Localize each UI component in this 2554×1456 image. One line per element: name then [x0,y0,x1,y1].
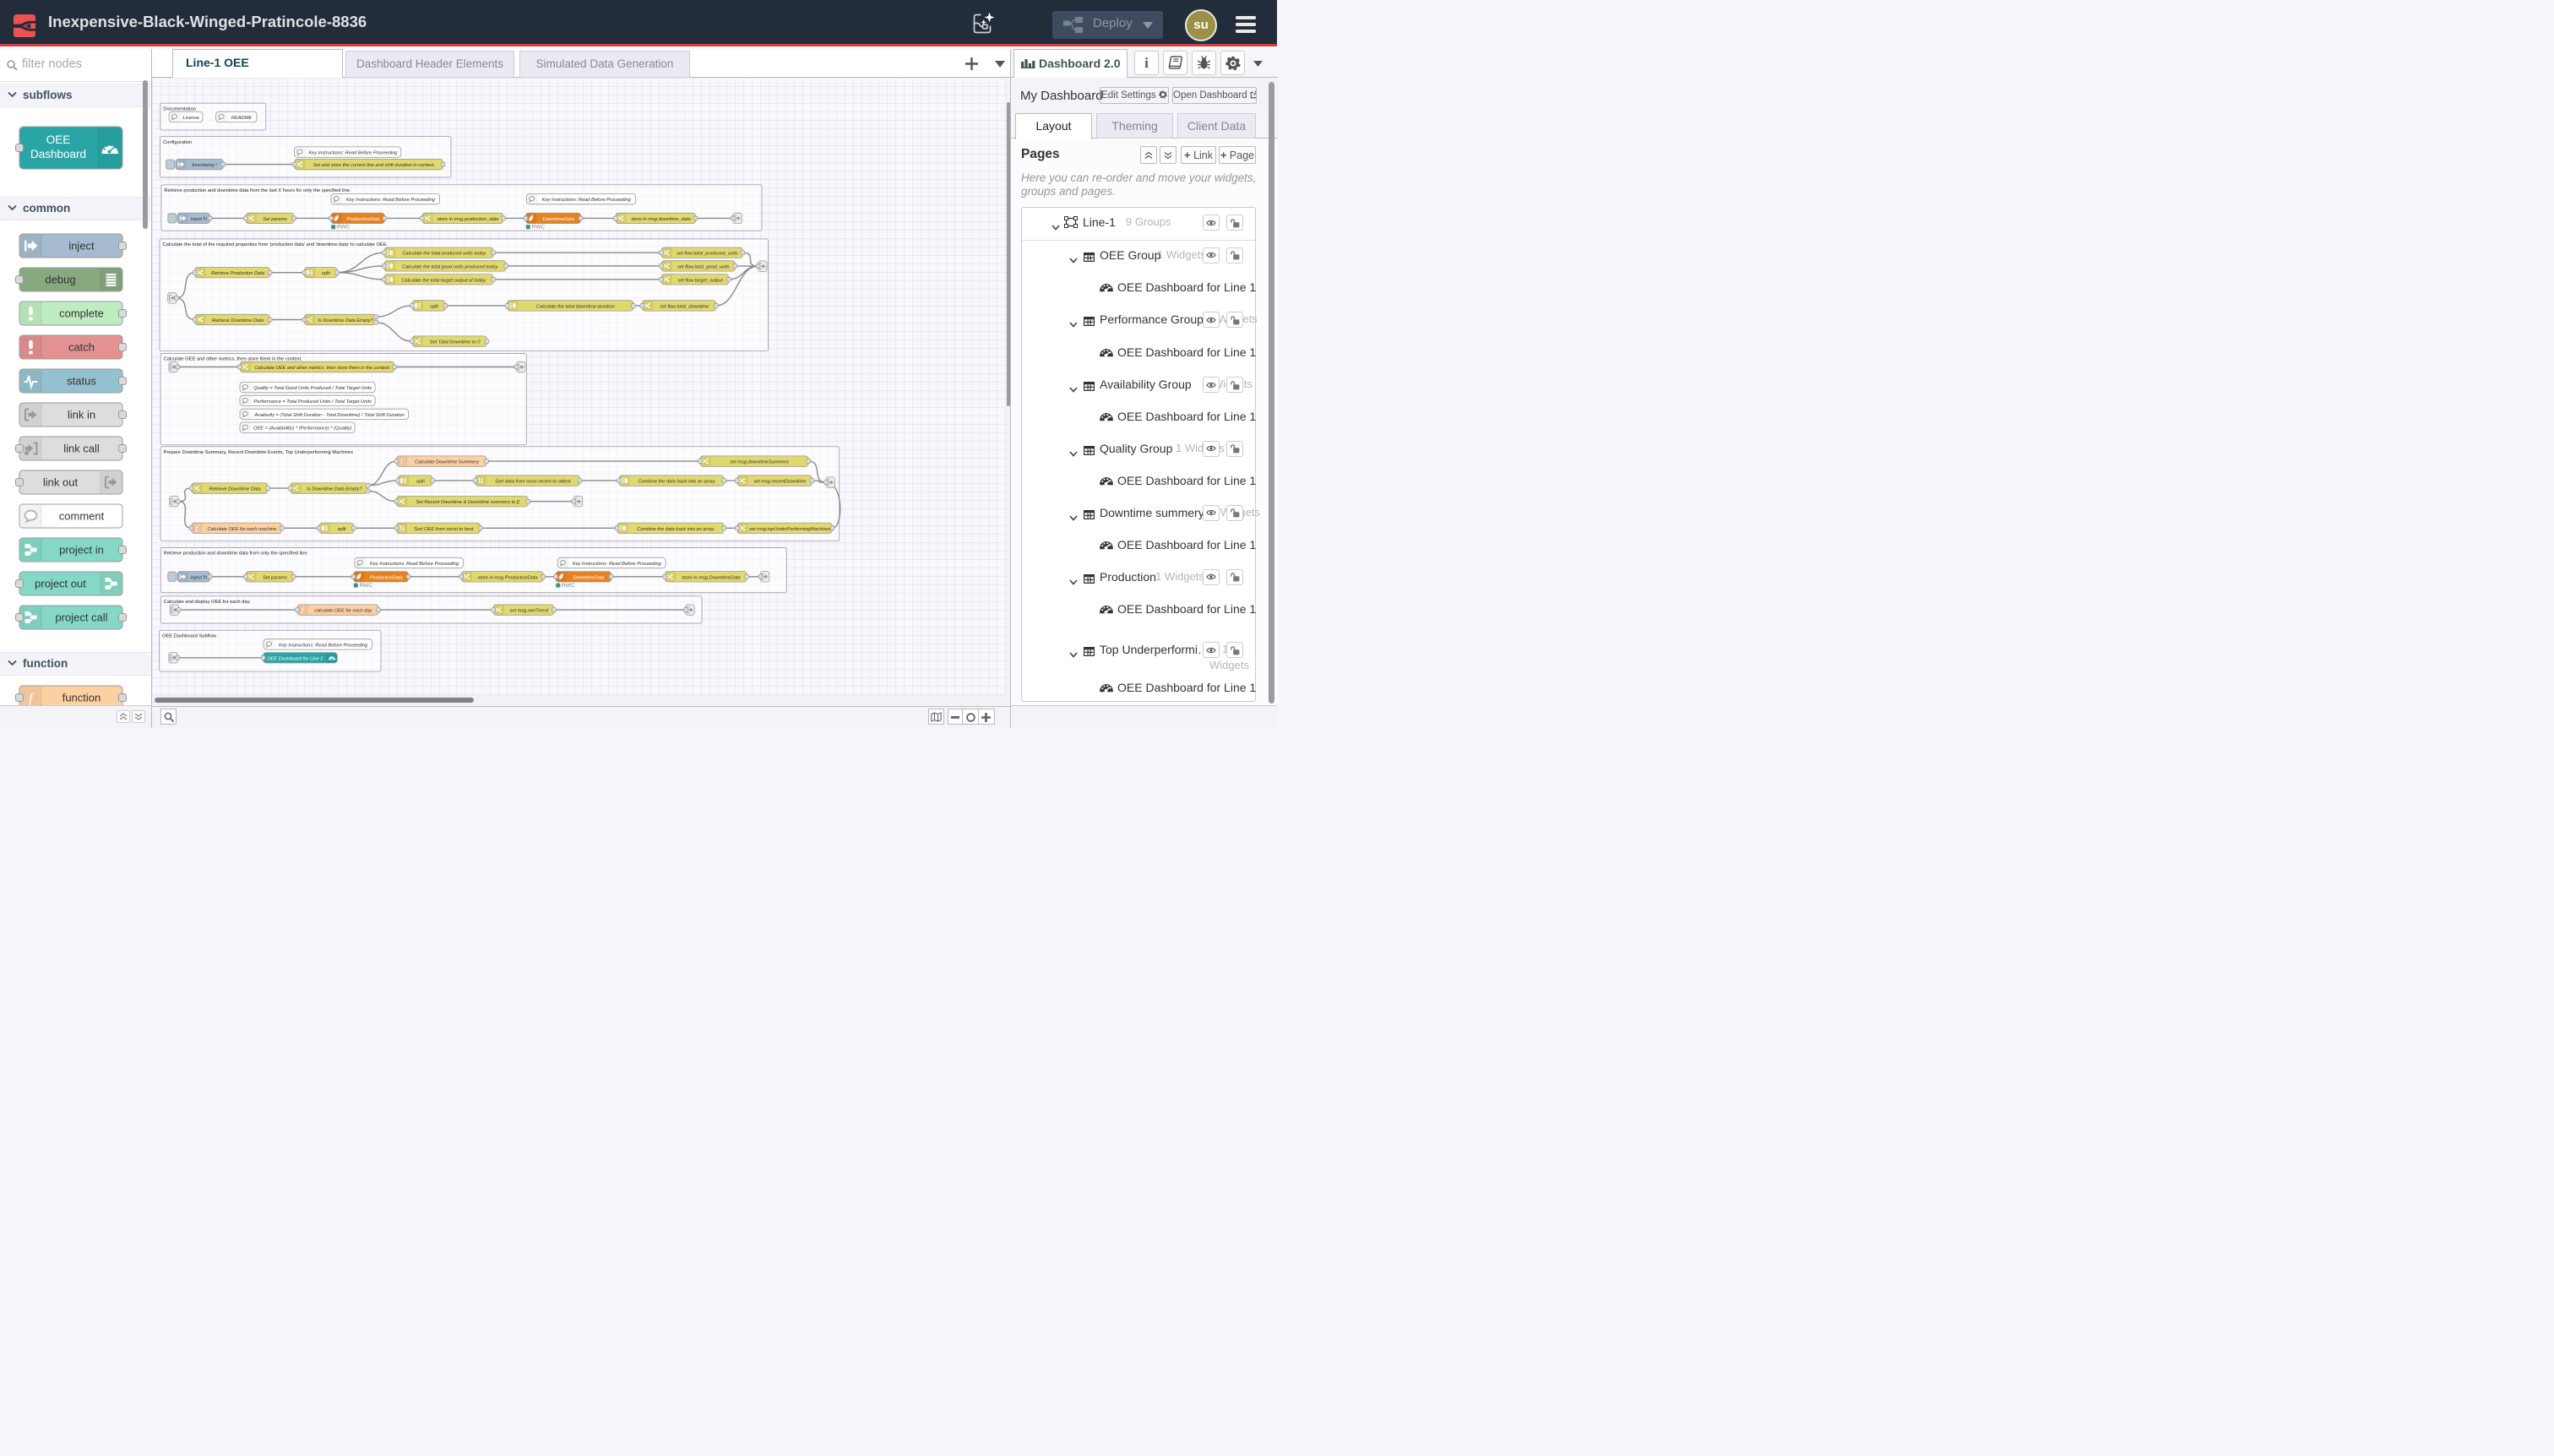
svg-text:Retrieve production and downti: Retrieve production and downtime data fr… [164,551,309,556]
svg-text:Calculate and display OEE for: Calculate and display OEE for each day. [164,600,251,605]
svg-text:project out: project out [35,577,86,589]
svg-text:set msg.oeeTrend: set msg.oeeTrend [510,608,548,613]
svg-text:Dashboard: Dashboard [30,148,86,160]
svg-text:Documentation: Documentation [163,106,196,111]
svg-text:OEE = (Availability) * (Perfor: OEE = (Availability) * (Performance) * (… [253,426,352,431]
svg-text:Combine the data back into an: Combine the data back into an array. [637,526,715,531]
svg-text:RWC: RWC [360,582,373,588]
svg-text:Calculate the total of the req: Calculate the total of the required prop… [163,242,387,247]
svg-text:inject: inject [68,239,95,252]
svg-text:split: split [322,271,330,276]
svg-text:debug: debug [45,273,75,285]
svg-text:Set params: Set params [263,216,287,221]
svg-text:link out: link out [43,475,79,488]
svg-text:complete: complete [59,307,104,319]
svg-text:project in: project in [59,543,104,556]
svg-text:Prepare Downtime Summary, Rece: Prepare Downtime Summary, Recent Downtim… [164,450,354,455]
svg-text:Key Instructions: Read Before: Key Instructions: Read Before Proceeding [573,562,662,567]
svg-text:DowntimeData: DowntimeData [543,216,574,221]
svg-text:Key Instructions: Read Before: Key Instructions: Read Before Proceeding [542,198,632,203]
svg-text:Calculate the total downtime d: Calculate the total downtime duration [536,304,615,309]
svg-text:Calculate Downtime Summery: Calculate Downtime Summery [415,459,480,465]
svg-text:Calculate OEE and other metric: Calculate OEE and other metrics, then st… [164,356,303,361]
svg-text:set flow.total_downtime: set flow.total_downtime [660,304,709,309]
svg-text:Retrieve Production Data: Retrieve Production Data [211,271,264,276]
svg-text:Set params: Set params [263,575,287,580]
svg-text:Calculate the total good units: Calculate the total good units produced … [402,264,498,269]
svg-text:inject ↻: inject ↻ [191,215,208,221]
svg-text:set msg.topUnderPerformingMach: set msg.topUnderPerformingMachines [749,526,831,531]
svg-text:Is Downtime Data Empty?: Is Downtime Data Empty? [307,486,362,492]
svg-text:split: split [430,304,438,309]
svg-text:Key Instructions: Read Before: Key Instructions: Read Before Proceeding [370,562,459,567]
svg-text:store in msg.DowntimeData: store in msg.DowntimeData [682,575,740,580]
svg-text:split: split [416,479,425,484]
svg-text:set flow.target_output: set flow.target_output [677,278,723,283]
svg-text:Is Downtime Data Empty?: Is Downtime Data Empty? [318,318,373,323]
svg-text:Calculate the total produced u: Calculate the total produced units today [402,251,486,256]
svg-text:Set Recent Downtime & Downtime: Set Recent Downtime & Downtime summery t… [416,500,519,505]
svg-text:Set Total Downtime to 0: Set Total Downtime to 0 [430,340,481,345]
svg-text:link in: link in [68,408,95,421]
svg-text:Availavity = (Total Shift Dura: Availavity = (Total Shift Duration - Tot… [253,412,405,417]
svg-text:set msg.downtimeSummery: set msg.downtimeSummery [730,459,790,465]
svg-text:Quality = Total Good Units Pro: Quality = Total Good Units Produced / To… [253,386,372,391]
svg-text:Performance = Total Produced U: Performance = Total Produced Units / Tot… [254,399,372,404]
svg-text:RWC: RWC [562,582,575,588]
svg-text:inject ↻: inject ↻ [191,574,208,580]
svg-text:License: License [182,115,198,120]
svg-text:set msg.recentDowntime: set msg.recentDowntime [753,479,806,484]
svg-text:OEE Dashboard for Line 1: OEE Dashboard for Line 1 [267,656,323,661]
svg-text:store in msg.downtime_data: store in msg.downtime_data [631,216,691,221]
svg-text:Configuration: Configuration [163,139,192,144]
svg-text:function: function [62,692,101,704]
svg-text:Sort data from most recent to: Sort data from most recent to oldest [495,479,571,484]
svg-text:ProductionData: ProductionData [346,216,379,221]
svg-text:set flow.total_produced_units: set flow.total_produced_units [677,251,738,256]
svg-text:store in msg.ProductionData: store in msg.ProductionData [477,575,537,580]
svg-text:comment: comment [59,509,105,522]
svg-text:Calculate the total target out: Calculate the total target output of tod… [401,278,486,283]
svg-text:DowntimeData: DowntimeData [573,575,604,580]
svg-text:OEE Dashboard Subflow: OEE Dashboard Subflow [162,633,217,638]
svg-text:link call: link call [63,442,100,454]
svg-text:Combine the data back into an: Combine the data back into an array. [638,479,715,484]
svg-text:project call: project call [55,611,107,623]
svg-text:calculate OEE for each day: calculate OEE for each day [314,608,373,613]
svg-text:store in msg.production_data: store in msg.production_data [437,216,499,221]
svg-text:timestamp ¹: timestamp ¹ [193,163,218,168]
svg-text:Retrieve Downtime Data: Retrieve Downtime Data [212,318,264,323]
svg-text:Sort OEE from worst to best: Sort OEE from worst to best [414,526,474,531]
svg-text:status: status [67,374,96,387]
svg-text:set flow.total_good_units: set flow.total_good_units [677,264,730,269]
svg-text:Calculate OEE for each machine: Calculate OEE for each machine [207,526,276,531]
svg-text:split: split [338,526,346,531]
svg-text:Retrieve production and downti: Retrieve production and downtime data fr… [164,188,351,193]
svg-text:RWC: RWC [337,224,350,230]
svg-text:ProductionData: ProductionData [370,575,403,580]
svg-text:RWC: RWC [532,224,546,230]
svg-text:Key Instructions: Read Before: Key Instructions: Read Before Proceeding [346,198,436,203]
svg-text:README: README [231,115,253,120]
svg-text:catch: catch [68,340,95,353]
svg-text:Set and store the current line: Set and store the current line and shift… [313,163,435,168]
svg-text:Key Instructions: Read Before: Key Instructions: Read Before Proceeding [308,150,398,155]
svg-text:OEE: OEE [46,133,71,146]
svg-text:Key Instructions: Read Before: Key Instructions: Read Before Proceeding [279,643,368,648]
svg-text:Retrieve Downtime Data: Retrieve Downtime Data [209,486,260,492]
svg-text:Calculate OEE and other metric: Calculate OEE and other metrics, then st… [254,366,390,371]
